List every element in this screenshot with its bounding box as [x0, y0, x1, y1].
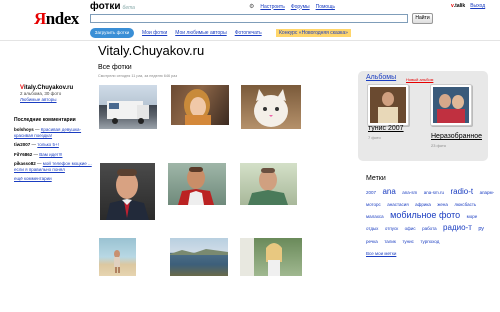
nav-favorite-authors[interactable]: Мои любимые авторы — [175, 30, 226, 36]
comments-list: bolshoys — Красивая девушка-красивая пое… — [14, 127, 92, 182]
top-links: ⚙ Настроить Форумы Помощь — [249, 3, 335, 11]
tag-link[interactable]: мобильное фото — [390, 210, 460, 220]
tag-link[interactable]: талик — [384, 239, 396, 244]
comment-item: tiw2007 — только 5+! — [14, 142, 59, 147]
tag-cloud: 2007 ana ana-sm ana-sm.ru radio-t апарм-… — [366, 185, 496, 246]
man-outdoor-photo — [178, 167, 214, 205]
tag-link[interactable]: ana-sm — [402, 190, 417, 195]
photo-thumbnail[interactable] — [240, 238, 302, 276]
man-portrait-photo — [106, 169, 149, 220]
tag-link[interactable]: ру — [478, 226, 484, 232]
album-cover[interactable] — [430, 84, 472, 126]
main-nav: Мои фотки Мои любимые авторы Фотопечать — [142, 30, 262, 36]
albums-heading[interactable]: Альбомы — [366, 74, 396, 81]
photo-thumbnail[interactable] — [168, 163, 226, 205]
view-stats: Смотрели сегодня 11 раз, за неделю 646 р… — [98, 74, 178, 78]
photo-thumbnail[interactable] — [241, 85, 301, 129]
contest-link[interactable]: Конкурс «Новогодняя сказка» — [276, 29, 351, 37]
tag-link[interactable]: турпоход — [420, 239, 439, 244]
forums-link[interactable]: Форумы — [291, 4, 310, 10]
help-link[interactable]: Помощь — [316, 4, 335, 10]
tag-link[interactable]: анастасия — [387, 202, 408, 207]
sea-photo — [170, 249, 228, 255]
favorite-authors-link[interactable]: Любимые авторы — [20, 97, 57, 102]
tag-link[interactable]: ana — [382, 187, 395, 196]
divider — [0, 40, 500, 41]
photo-thumbnail[interactable] — [170, 238, 228, 276]
tag-link[interactable]: море — [467, 214, 478, 219]
photo-thumbnail[interactable] — [240, 163, 297, 205]
comments-heading: Последние комментарии — [14, 117, 76, 123]
tag-link[interactable]: отпуск — [385, 226, 398, 231]
photo-thumbnail[interactable] — [100, 163, 155, 220]
girl-photo — [240, 238, 282, 276]
user-info: Vitaly.Chuyakov.ru 2 альбома, 30 фото Лю… — [20, 85, 90, 103]
beach-photo — [114, 250, 120, 273]
comment-text[interactable]: Вам идет!!! — [39, 152, 62, 157]
comment-text[interactable]: только 5+! — [37, 142, 59, 147]
user-link[interactable]: v.talik — [451, 3, 465, 9]
more-comments-link[interactable]: ещё комментарии — [14, 176, 52, 181]
woman-photo — [184, 89, 211, 125]
tag-link[interactable]: малахса — [366, 214, 384, 219]
service-name: фотки бета — [90, 1, 135, 12]
album-unsorted-cover — [433, 87, 469, 123]
tag-link[interactable]: тунис — [402, 239, 414, 244]
logout-link[interactable]: Выход — [470, 3, 485, 9]
find-button[interactable]: Найти — [412, 13, 433, 24]
tag-link[interactable]: речка — [366, 239, 378, 244]
nav-my-photos[interactable]: Мои фотки — [142, 30, 167, 36]
tag-link[interactable]: африка — [415, 202, 431, 207]
tag-link[interactable]: люксбасть — [454, 202, 476, 207]
album-name[interactable]: Неразобранное — [431, 133, 482, 140]
section-title: Все фотки — [98, 64, 132, 71]
beta-label: бета — [122, 5, 135, 11]
comment-author[interactable]: pikasso82 — [14, 161, 36, 166]
album-name[interactable]: тунис 2007 — [368, 125, 404, 132]
tag-link[interactable]: радио-т — [443, 223, 472, 232]
album-count: 7 фото — [368, 135, 381, 140]
upload-photos-button[interactable]: Загрузить фотки — [90, 28, 134, 38]
yandex-logo[interactable]: Яndex — [34, 9, 79, 29]
settings-link[interactable]: Настроить — [260, 4, 284, 10]
tag-link[interactable]: работа — [422, 226, 437, 231]
comment-item: FilY6862 — Вам идет!!! — [14, 151, 63, 157]
gear-icon[interactable]: ⚙ — [249, 3, 254, 10]
search-input[interactable] — [90, 14, 408, 23]
comment-author[interactable]: tiw2007 — [14, 142, 30, 147]
tag-link[interactable]: ana-sm.ru — [424, 190, 444, 195]
truck-photo — [107, 101, 149, 124]
tag-link[interactable]: отдых — [366, 226, 378, 231]
album-cover[interactable] — [367, 84, 409, 126]
comment-author[interactable]: FilY6862 — [14, 152, 32, 157]
tags-block: Метки 2007 ana ana-sm ana-sm.ru radio-t … — [366, 175, 496, 246]
album-count: 23 фото — [431, 143, 446, 148]
tag-link[interactable]: офис — [405, 226, 416, 231]
photo-thumbnail[interactable] — [171, 85, 229, 125]
all-tags-link[interactable]: Все мои метки — [366, 251, 396, 256]
photo-thumbnail[interactable] — [99, 85, 157, 129]
photo-thumbnail[interactable] — [99, 238, 136, 276]
man-smiling-photo — [248, 168, 288, 205]
page-title: Vitaly.Chuyakov.ru — [98, 43, 205, 58]
new-album-link[interactable]: Новый альбом — [406, 77, 433, 82]
nav-photo-print[interactable]: Фотопечать — [235, 30, 262, 36]
comment-item: pikasso82 — мой телефон моцкие ... если … — [14, 161, 92, 172]
cat-photo — [254, 89, 288, 127]
user-bar: v.talik Выход — [451, 3, 485, 9]
album-tunisia-cover — [370, 87, 406, 123]
tag-link[interactable]: жена — [437, 202, 448, 207]
tag-link[interactable]: 2007 — [366, 190, 376, 195]
comment-author[interactable]: bolshoys — [14, 127, 34, 132]
tag-link[interactable]: radio-t — [450, 187, 473, 196]
comment-item: bolshoys — Красивая девушка-красивая пое… — [14, 127, 82, 138]
